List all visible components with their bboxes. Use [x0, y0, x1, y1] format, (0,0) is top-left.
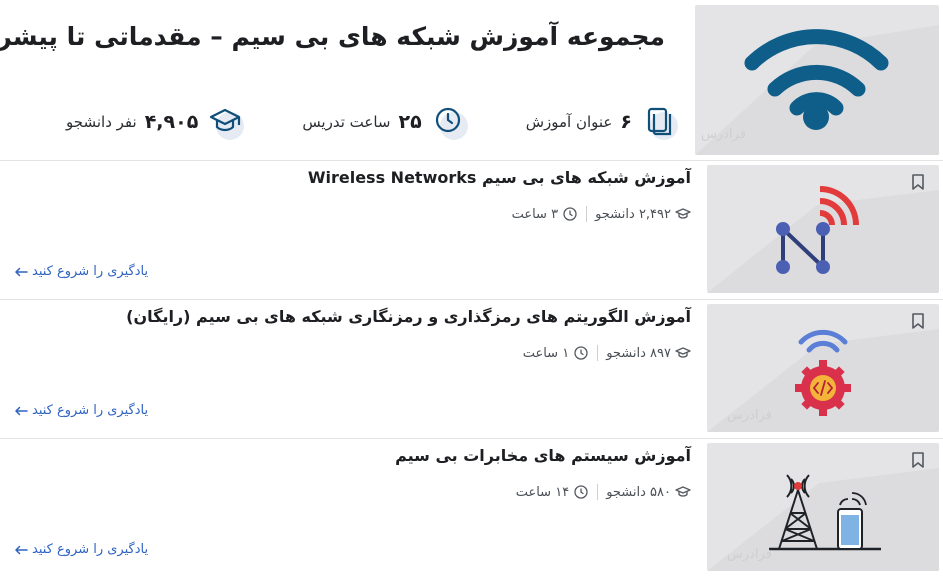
course-students: ۲,۴۹۲ دانشجو — [595, 207, 691, 222]
course-meta: ۲,۴۹۲ دانشجو ۳ ساعت — [512, 206, 691, 222]
stat-hours-value: ۲۵ — [398, 111, 422, 133]
bookmark-icon[interactable] — [910, 312, 926, 330]
meta-separator — [597, 484, 599, 500]
meta-separator — [597, 345, 599, 361]
graduation-cap-icon — [675, 208, 691, 219]
collection-thumbnail[interactable]: فرادرس — [695, 5, 939, 155]
graduation-cap-icon — [675, 486, 691, 497]
collection-title: مجموعه آموزش شبکه های بی سیم – مقدماتی ت… — [0, 22, 665, 51]
clock-icon — [432, 104, 468, 140]
stat-students-label: نفر دانشجو — [66, 113, 137, 131]
course-thumbnail-1[interactable] — [707, 165, 939, 293]
course-hours-text: ۳ ساعت — [511, 206, 559, 222]
bookmark-icon[interactable] — [910, 451, 926, 469]
course-meta: ۸۹۷ دانشجو ۱ ساعت — [523, 345, 691, 361]
course-students-text: ۵۸۰ دانشجو — [606, 484, 671, 500]
stat-courses: ۶ عنوان آموزش — [526, 104, 678, 140]
arrow-left-icon — [15, 545, 28, 554]
course-thumbnail-3[interactable]: فرادرس — [707, 443, 939, 571]
course-title[interactable]: آموزش الگوریتم های رمزگذاری و رمزنگاری ش… — [126, 307, 691, 326]
start-learning-link[interactable]: یادگیری را شروع کنید — [14, 542, 148, 557]
course-students-text: ۸۹۷ دانشجو — [606, 345, 671, 361]
course-title[interactable]: آموزش سیستم های مخابرات بی سیم — [395, 446, 691, 465]
course-card-1: آموزش شبکه های بی سیم Wireless Networks … — [0, 160, 943, 298]
course-hours: ۱۴ ساعت — [516, 484, 589, 500]
thumbnail-watermark: فرادرس — [727, 408, 772, 423]
stat-hours-label: ساعت تدریس — [302, 113, 391, 131]
clock-icon — [563, 207, 577, 221]
course-students: ۵۸۰ دانشجو — [606, 485, 691, 500]
thumbnail-watermark: فرادرس — [727, 547, 772, 562]
meta-separator — [586, 206, 588, 222]
clock-icon — [574, 485, 588, 499]
stat-hours: ۲۵ ساعت تدریس — [302, 104, 468, 140]
thumbnail-watermark: فرادرس — [701, 127, 746, 142]
stat-courses-value: ۶ — [620, 111, 632, 133]
course-hours-text: ۱۴ ساعت — [515, 484, 570, 500]
stat-courses-label: عنوان آموزش — [525, 113, 613, 131]
arrow-left-icon — [15, 267, 28, 276]
course-students-text: ۲,۴۹۲ دانشجو — [595, 206, 671, 222]
clock-icon — [574, 346, 588, 360]
course-card-2: فرادرس آموزش الگوریتم های رمزگذاری و رمز… — [0, 299, 943, 437]
graduation-cap-icon — [675, 347, 691, 358]
bookmark-icon[interactable] — [910, 173, 926, 191]
start-learning-label: یادگیری را شروع کنید — [32, 403, 149, 418]
stat-students: ۴,۹۰۵ نفر دانشجو — [66, 104, 245, 140]
course-thumbnail-2[interactable]: فرادرس — [707, 304, 939, 432]
course-card-3: فرادرس آموزش سیستم های مخابرات بی سیم ۵۸… — [0, 438, 943, 576]
collection-stats: ۶ عنوان آموزش ۲۵ ساعت تدریس ۴,۹۰۵ نفر دا… — [66, 104, 678, 140]
course-hours-text: ۱ ساعت — [522, 345, 570, 361]
course-meta: ۵۸۰ دانشجو ۱۴ ساعت — [516, 484, 691, 500]
start-learning-link[interactable]: یادگیری را شروع کنید — [14, 403, 148, 418]
course-hours: ۳ ساعت — [512, 206, 579, 222]
start-learning-label: یادگیری را شروع کنید — [32, 542, 149, 557]
book-icon — [642, 104, 678, 140]
course-students: ۸۹۷ دانشجو — [606, 346, 691, 361]
stat-students-value: ۴,۹۰۵ — [144, 111, 199, 133]
start-learning-label: یادگیری را شروع کنید — [32, 264, 149, 279]
collection-header: مجموعه آموزش شبکه های بی سیم – مقدماتی ت… — [0, 0, 943, 160]
arrow-left-icon — [15, 406, 28, 415]
graduation-cap-icon — [208, 104, 245, 140]
course-title[interactable]: آموزش شبکه های بی سیم Wireless Networks — [308, 168, 691, 187]
start-learning-link[interactable]: یادگیری را شروع کنید — [14, 264, 148, 279]
course-hours: ۱ ساعت — [523, 345, 590, 361]
